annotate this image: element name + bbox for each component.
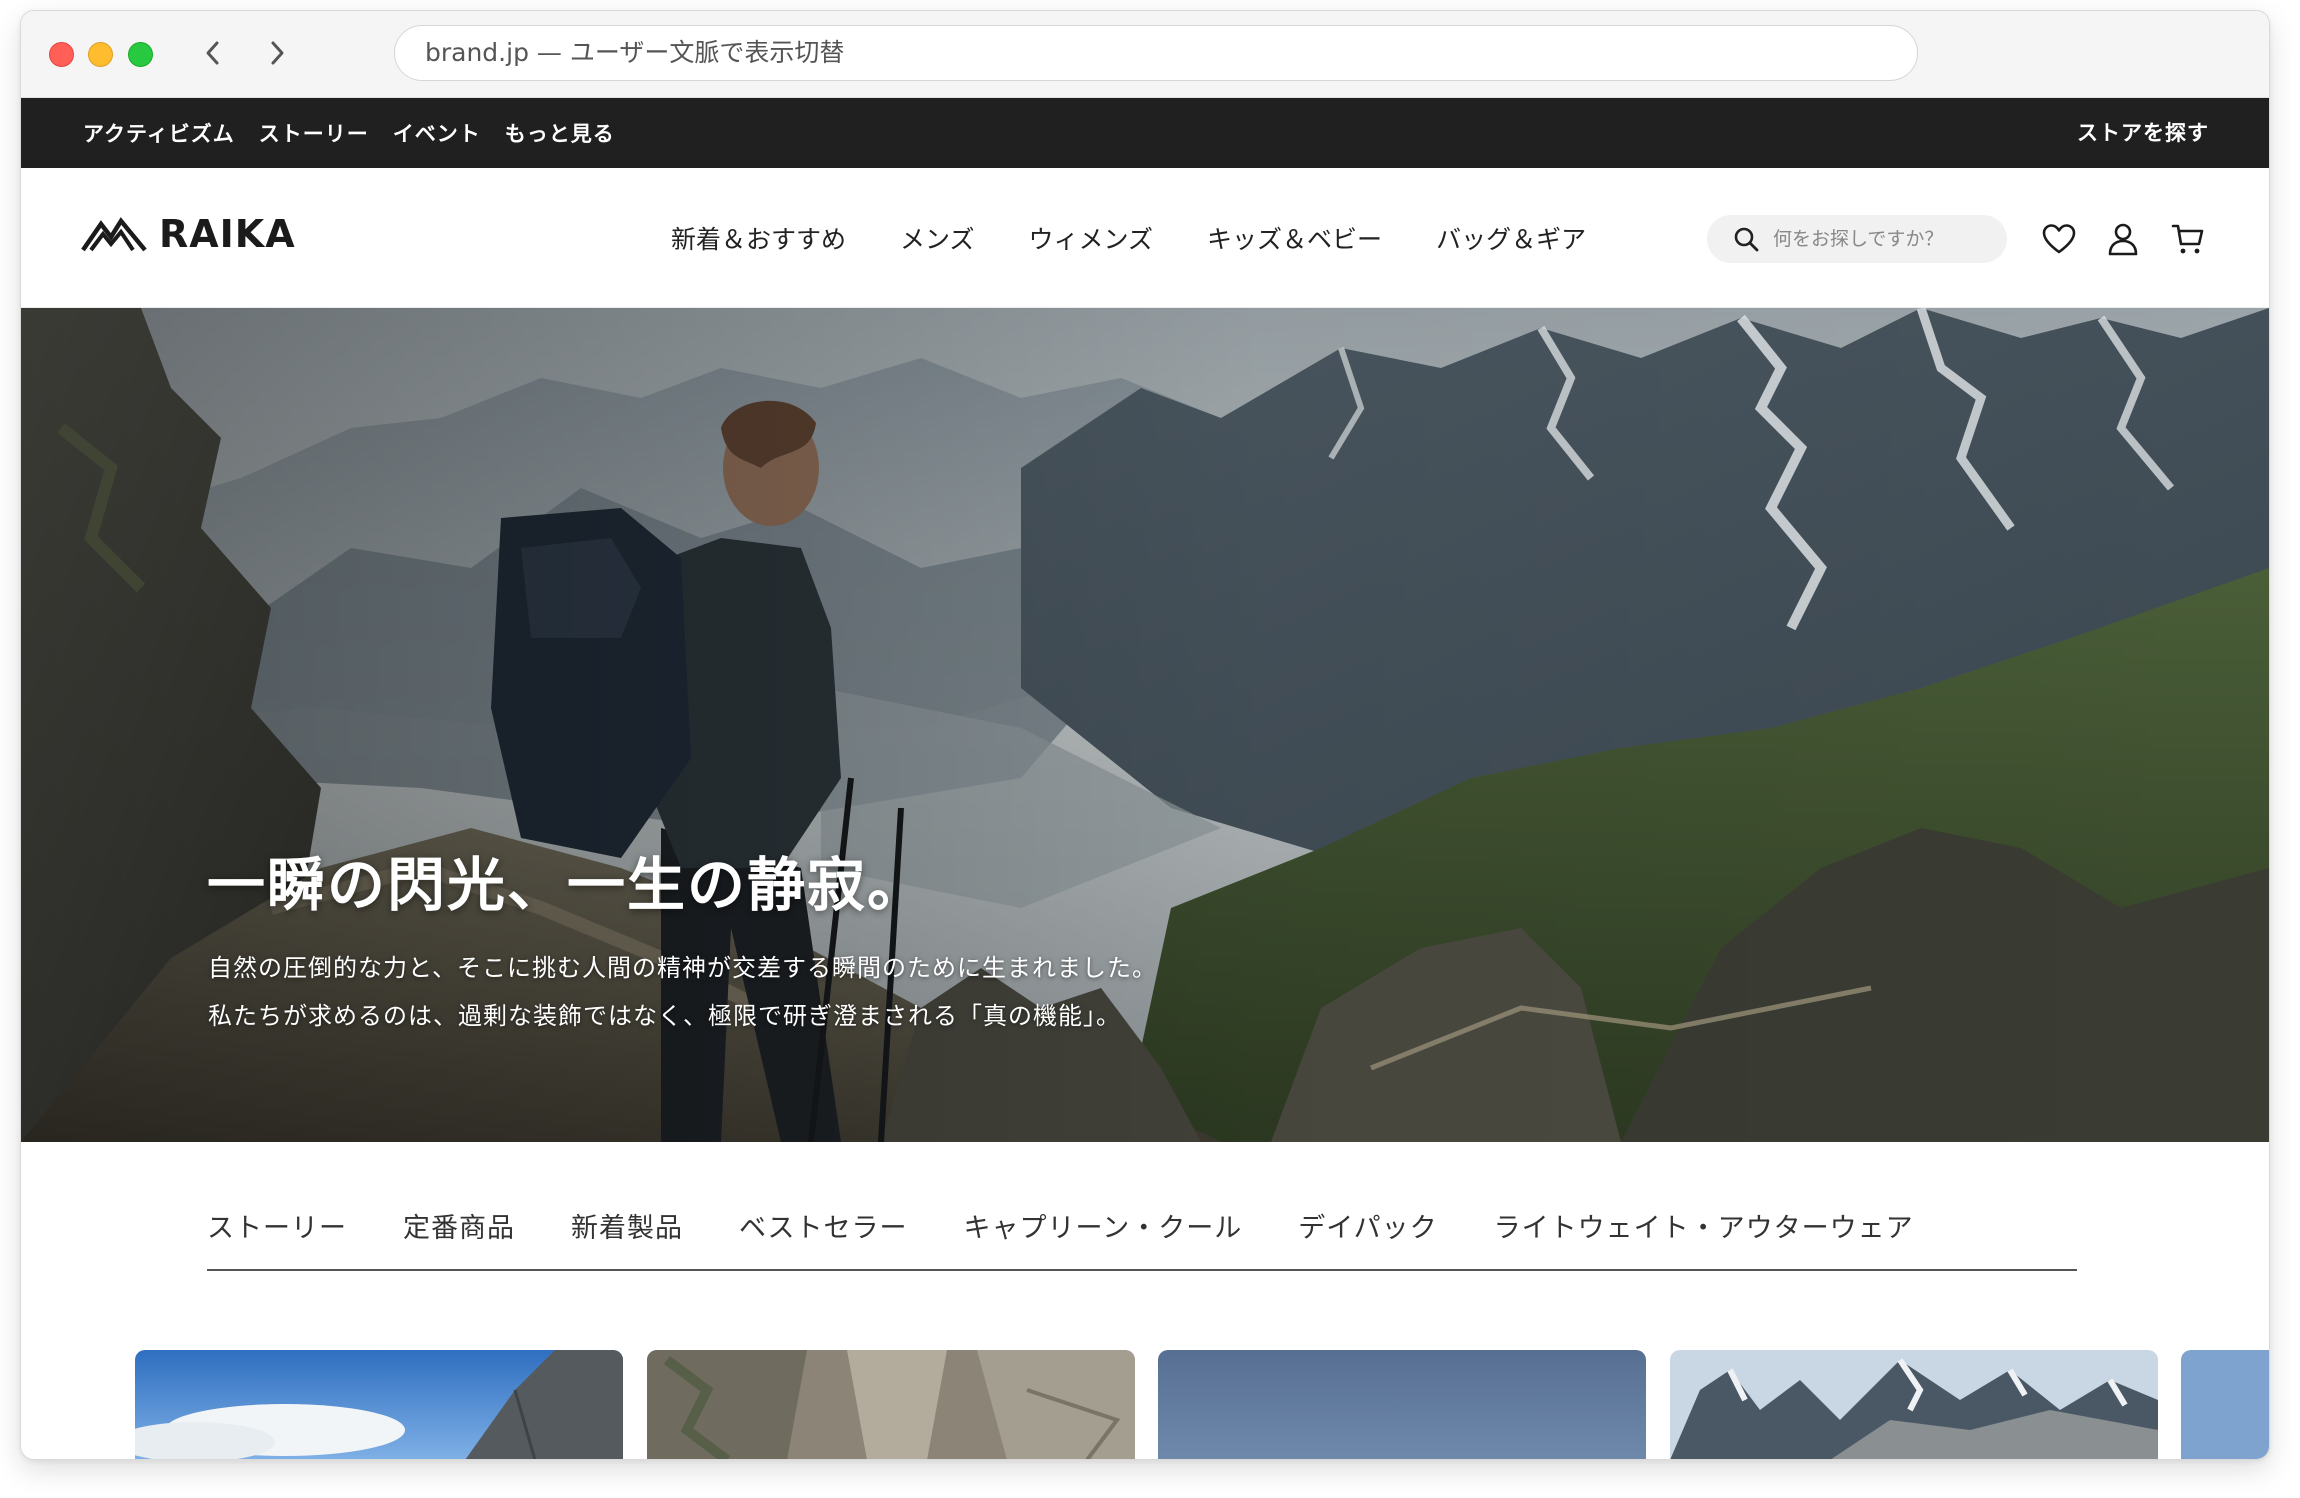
back-button[interactable] — [193, 33, 233, 73]
tab-best-sellers[interactable]: ベストセラー — [739, 1206, 908, 1269]
close-window-button[interactable] — [49, 42, 74, 67]
user-icon — [2108, 223, 2138, 256]
story-card-2[interactable] — [647, 1350, 1135, 1459]
tab-capilene-cool[interactable]: キャプリーン・クール — [964, 1206, 1243, 1269]
hero-description-line-2: 私たちが求めるのは、過剰な装飾ではなく、極限で研ぎ澄まされる「真の機能」。 — [208, 1002, 1121, 1030]
account-button[interactable] — [2105, 221, 2141, 257]
tab-new-products[interactable]: 新着製品 — [571, 1206, 683, 1269]
search-placeholder: 何をお探しですか？ — [1773, 228, 1944, 250]
card-image-blue-sky — [1158, 1350, 1646, 1459]
address-bar-url: brand.jp — ユーザー文脈で表示切替 — [425, 38, 845, 67]
card-image-rock-face — [647, 1350, 1135, 1459]
story-card-5[interactable] — [2181, 1350, 2269, 1459]
utility-link-activism[interactable]: アクティビズム — [83, 118, 235, 148]
brand-logo[interactable]: RAIKA — [81, 212, 296, 256]
utility-bar: アクティビズム ストーリー イベント もっと見る ストアを探す — [21, 98, 2269, 168]
brand-name: RAIKA — [159, 212, 296, 256]
minimize-window-button[interactable] — [88, 42, 113, 67]
hero-title: 一瞬の閃光、一生の静寂。 — [207, 851, 928, 919]
heart-icon — [2042, 224, 2076, 254]
browser-toolbar: brand.jp — ユーザー文脈で表示切替 — [21, 11, 2269, 98]
search-icon — [1734, 227, 1759, 252]
utility-link-more[interactable]: もっと見る — [505, 118, 615, 148]
story-card-1[interactable] — [135, 1350, 623, 1459]
browser-window: brand.jp — ユーザー文脈で表示切替 アクティビズム ストーリー イベン… — [20, 10, 2270, 1460]
tab-daypacks[interactable]: デイパック — [1298, 1206, 1437, 1269]
utility-links: アクティビズム ストーリー イベント もっと見る — [83, 98, 639, 168]
search-input[interactable]: 何をお探しですか？ — [1707, 215, 2007, 263]
card-image-snowy-peaks — [1670, 1350, 2158, 1459]
nav-mens[interactable]: メンズ — [900, 220, 975, 256]
story-card-3[interactable] — [1158, 1350, 1646, 1459]
story-card-4[interactable] — [1670, 1350, 2158, 1459]
nav-womens[interactable]: ウィメンズ — [1029, 220, 1154, 256]
store-finder-link[interactable]: ストアを探す — [2077, 98, 2209, 168]
hero-description-line-1: 自然の圧倒的な力と、そこに挑む人間の精神が交差する瞬間のために生まれました。 — [208, 954, 1158, 982]
card-image-sky-cliff — [135, 1350, 623, 1459]
cart-button[interactable] — [2170, 221, 2206, 257]
cart-icon — [2171, 224, 2204, 254]
chevron-right-icon — [271, 41, 284, 65]
tab-core-products[interactable]: 定番商品 — [403, 1206, 515, 1269]
mountain-logo-icon — [81, 217, 147, 252]
card-image-blue — [2181, 1350, 2269, 1459]
forward-button[interactable] — [257, 33, 297, 73]
utility-link-events[interactable]: イベント — [393, 118, 481, 148]
category-tabs: ストーリー 定番商品 新着製品 ベストセラー キャプリーン・クール デイパック … — [207, 1206, 2077, 1271]
hero-banner: 一瞬の閃光、一生の静寂。 自然の圧倒的な力と、そこに挑む人間の精神が交差する瞬間… — [21, 308, 2269, 1142]
main-navigation: 新着＆おすすめ メンズ ウィメンズ キッズ＆ベビー バッグ＆ギア — [671, 168, 1640, 307]
nav-new-featured[interactable]: 新着＆おすすめ — [671, 220, 846, 256]
address-bar[interactable]: brand.jp — ユーザー文脈で表示切替 — [394, 25, 1918, 81]
tab-lightweight-outerwear[interactable]: ライトウェイト・アウターウェア — [1494, 1206, 1914, 1269]
site-header: RAIKA 新着＆おすすめ メンズ ウィメンズ キッズ＆ベビー バッグ＆ギア 何… — [21, 168, 2269, 308]
utility-link-stories[interactable]: ストーリー — [259, 118, 369, 148]
wishlist-button[interactable] — [2041, 221, 2077, 257]
chevron-left-icon — [206, 41, 219, 65]
nav-bags-gear[interactable]: バッグ＆ギア — [1436, 220, 1586, 256]
maximize-window-button[interactable] — [128, 42, 153, 67]
tab-stories[interactable]: ストーリー — [207, 1206, 347, 1269]
nav-kids-baby[interactable]: キッズ＆ベビー — [1207, 220, 1382, 256]
